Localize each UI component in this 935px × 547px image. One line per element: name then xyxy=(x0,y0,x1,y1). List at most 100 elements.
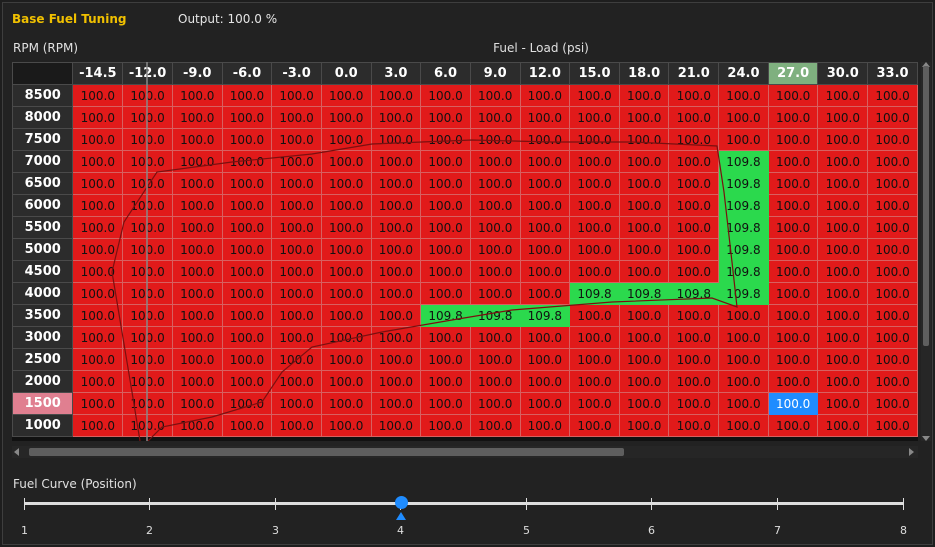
table-cell[interactable]: 100.0 xyxy=(271,392,322,415)
table-cell[interactable]: 100.0 xyxy=(668,128,720,151)
table-cell[interactable]: 100.0 xyxy=(817,172,869,195)
table-cell[interactable]: 100.0 xyxy=(370,172,422,195)
table-cell[interactable]: 100.0 xyxy=(817,106,869,129)
table-cell[interactable]: 100.0 xyxy=(72,150,124,173)
row-header[interactable]: 4000 xyxy=(12,282,74,305)
table-cell[interactable]: 100.0 xyxy=(817,216,869,239)
table-cell[interactable]: 100.0 xyxy=(817,194,869,217)
table-cell[interactable]: 100.0 xyxy=(668,326,720,349)
table-cell[interactable]: 100.0 xyxy=(569,128,620,151)
table-cell[interactable]: 100.0 xyxy=(519,414,571,437)
table-cell[interactable]: 100.0 xyxy=(221,128,273,151)
row-header[interactable]: 1000 xyxy=(12,414,74,437)
table-cell[interactable]: 100.0 xyxy=(668,304,720,327)
table-cell[interactable]: 100.0 xyxy=(420,326,471,349)
table-cell[interactable]: 100.0 xyxy=(320,172,372,195)
table-cell[interactable]: 100.0 xyxy=(767,326,819,349)
table-cell[interactable]: 100.0 xyxy=(420,194,471,217)
table-cell[interactable]: 100.0 xyxy=(72,282,124,305)
table-cell[interactable]: 100.0 xyxy=(817,414,869,437)
table-cell[interactable]: 100.0 xyxy=(718,128,769,151)
table-cell[interactable]: 100.0 xyxy=(767,194,819,217)
table-cell[interactable]: 100.0 xyxy=(867,194,918,217)
row-header[interactable]: 5000 xyxy=(12,238,74,261)
table-cell[interactable]: 100.0 xyxy=(817,304,869,327)
row-header[interactable]: 3500 xyxy=(12,304,74,327)
table-cell[interactable]: 100.0 xyxy=(767,150,819,173)
table-cell[interactable]: 100.0 xyxy=(867,326,918,349)
table-cell[interactable]: 100.0 xyxy=(767,172,819,195)
table-cell[interactable]: 100.0 xyxy=(618,370,670,393)
table-cell[interactable]: 100.0 xyxy=(569,326,620,349)
table-cell[interactable]: 100.0 xyxy=(171,370,223,393)
column-header[interactable]: 21.0 xyxy=(668,62,720,85)
table-cell[interactable]: 100.0 xyxy=(867,304,918,327)
table-cell[interactable]: 100.0 xyxy=(469,370,521,393)
table-cell[interactable]: 100.0 xyxy=(171,172,223,195)
table-cell[interactable]: 100.0 xyxy=(569,84,620,107)
table-cell[interactable]: 100.0 xyxy=(72,260,124,283)
table-cell[interactable]: 100.0 xyxy=(420,128,471,151)
table-cell[interactable]: 100.0 xyxy=(867,348,918,371)
table-cell[interactable]: 100.0 xyxy=(817,260,869,283)
table-cell[interactable]: 100.0 xyxy=(271,172,322,195)
table-cell[interactable]: 100.0 xyxy=(320,326,372,349)
table-cell[interactable]: 100.0 xyxy=(320,348,372,371)
table-cell[interactable]: 109.8 xyxy=(718,260,769,283)
table-cell[interactable]: 100.0 xyxy=(171,414,223,437)
table-cell[interactable]: 100.0 xyxy=(618,348,670,371)
table-cell[interactable]: 100.0 xyxy=(668,150,720,173)
table-cell[interactable]: 100.0 xyxy=(618,260,670,283)
table-cell[interactable]: 100.0 xyxy=(370,194,422,217)
table-cell[interactable]: 100.0 xyxy=(122,392,173,415)
table-cell[interactable]: 100.0 xyxy=(618,238,670,261)
column-header[interactable]: 9.0 xyxy=(469,62,521,85)
table-cell[interactable]: 100.0 xyxy=(171,194,223,217)
column-header[interactable]: -9.0 xyxy=(171,62,223,85)
table-cell[interactable]: 100.0 xyxy=(122,128,173,151)
column-header[interactable]: 27.0 xyxy=(767,62,819,85)
table-cell[interactable]: 109.8 xyxy=(569,282,620,305)
table-cell[interactable]: 100.0 xyxy=(519,282,571,305)
table-cell[interactable]: 100.0 xyxy=(370,326,422,349)
table-cell[interactable]: 100.0 xyxy=(569,106,620,129)
row-header[interactable]: 4500 xyxy=(12,260,74,283)
table-cell[interactable]: 100.0 xyxy=(271,194,322,217)
table-cell[interactable]: 100.0 xyxy=(72,326,124,349)
vertical-scroll-thumb[interactable] xyxy=(923,66,929,346)
table-cell[interactable]: 100.0 xyxy=(420,172,471,195)
table-cell[interactable]: 100.0 xyxy=(420,348,471,371)
table-cell[interactable]: 100.0 xyxy=(618,304,670,327)
table-cell[interactable]: 100.0 xyxy=(817,348,869,371)
table-cell[interactable]: 100.0 xyxy=(767,348,819,371)
table-cell[interactable]: 100.0 xyxy=(370,304,422,327)
table-cell[interactable]: 100.0 xyxy=(370,84,422,107)
table-cell[interactable]: 100.0 xyxy=(420,414,471,437)
table-cell[interactable]: 100.0 xyxy=(469,348,521,371)
table-cell[interactable]: 109.8 xyxy=(420,304,471,327)
column-header[interactable]: 33.0 xyxy=(867,62,918,85)
table-cell[interactable]: 100.0 xyxy=(122,260,173,283)
table-cell[interactable]: 100.0 xyxy=(122,172,173,195)
table-cell[interactable]: 100.0 xyxy=(668,370,720,393)
table-cell[interactable]: 100.0 xyxy=(72,370,124,393)
table-cell[interactable]: 100.0 xyxy=(221,282,273,305)
table-cell[interactable]: 100.0 xyxy=(271,370,322,393)
fuel-map-grid[interactable]: -14.5 -12.0 -9.0 -6.0 -3.0 0.0 3.0 6.0 9.0 12.0 15… xyxy=(12,62,918,441)
row-header[interactable]: 1500 xyxy=(12,392,74,415)
table-cell[interactable]: 100.0 xyxy=(469,326,521,349)
table-cell[interactable]: 100.0 xyxy=(767,282,819,305)
fuel-curve-slider-track[interactable] xyxy=(24,502,904,505)
table-cell[interactable]: 100.0 xyxy=(519,150,571,173)
table-cell[interactable]: 100.0 xyxy=(618,106,670,129)
table-cell[interactable]: 100.0 xyxy=(569,370,620,393)
table-cell[interactable]: 100.0 xyxy=(171,128,223,151)
table-cell[interactable]: 100.0 xyxy=(72,84,124,107)
table-cell[interactable]: 100.0 xyxy=(221,84,273,107)
table-cell[interactable]: 100.0 xyxy=(271,216,322,239)
table-cell[interactable]: 100.0 xyxy=(668,172,720,195)
table-cell[interactable]: 100.0 xyxy=(221,216,273,239)
table-cell[interactable]: 100.0 xyxy=(718,304,769,327)
table-cell[interactable]: 100.0 xyxy=(122,348,173,371)
table-cell[interactable]: 100.0 xyxy=(320,260,372,283)
